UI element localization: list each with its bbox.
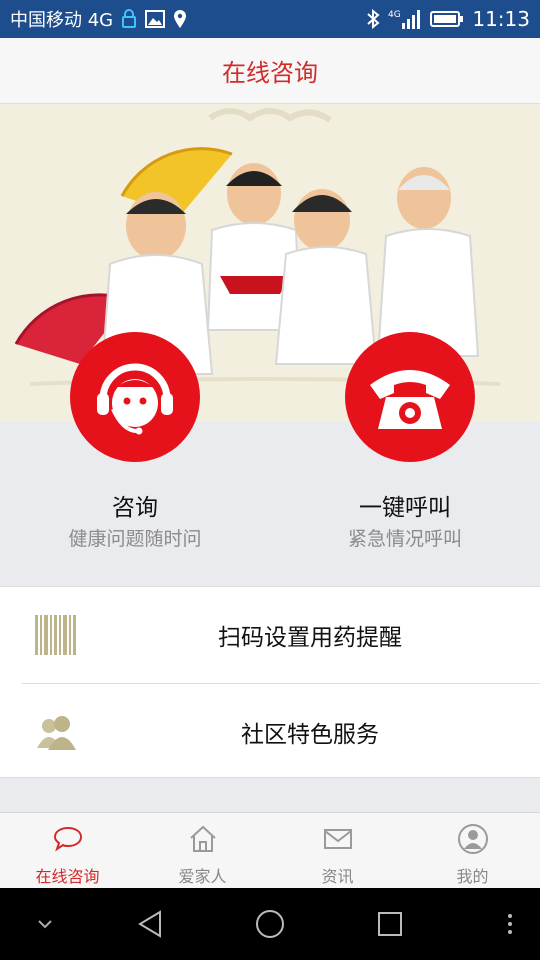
home-nav-icon[interactable] xyxy=(250,888,290,960)
system-nav-bar xyxy=(0,888,540,960)
recents-icon[interactable] xyxy=(370,888,410,960)
image-icon xyxy=(145,10,166,28)
barcode-icon xyxy=(28,608,82,662)
community-services-label: 社区特色服务 xyxy=(241,722,379,748)
consult-action[interactable]: 咨询 健康问题随时问 xyxy=(15,332,255,572)
bottom-tab-bar: 在线咨询 爱家人 资讯 我的 xyxy=(0,812,540,888)
tab-online-consult-label: 在线咨询 xyxy=(35,867,100,886)
people-icon xyxy=(28,705,82,759)
consult-button[interactable] xyxy=(70,332,200,462)
tab-news[interactable]: 资讯 xyxy=(270,813,405,888)
list-item-community-services[interactable]: 社区特色服务 xyxy=(0,684,540,780)
consult-label: 咨询 xyxy=(112,495,158,521)
medication-reminder-label: 扫码设置用药提醒 xyxy=(218,625,402,651)
signal-icon: 4G xyxy=(388,8,422,30)
signal-type-label: 4G xyxy=(388,10,401,20)
page-title: 在线咨询 xyxy=(222,59,318,87)
location-icon xyxy=(173,9,187,29)
clock-text: 11:13 xyxy=(472,7,530,31)
emergency-call-label: 一键呼叫 xyxy=(359,495,451,521)
emergency-call-subtitle: 紧急情况呼叫 xyxy=(347,528,462,550)
tab-profile[interactable]: 我的 xyxy=(405,813,540,888)
bluetooth-icon xyxy=(366,9,380,29)
back-icon[interactable] xyxy=(130,888,170,960)
home-icon xyxy=(188,823,218,855)
emergency-call-button[interactable] xyxy=(345,332,475,462)
quick-actions: 咨询 健康问题随时问 一键呼叫 紧急情况呼叫 xyxy=(0,332,540,586)
tab-news-label: 资讯 xyxy=(321,867,354,886)
person-icon xyxy=(457,823,489,855)
tab-family-label: 爱家人 xyxy=(178,867,227,886)
status-bar: 中国移动 4G 4G 11:13 xyxy=(0,0,540,38)
battery-icon xyxy=(430,10,464,28)
title-bar: 在线咨询 xyxy=(0,38,540,104)
chevron-down-icon[interactable] xyxy=(28,888,62,960)
tab-profile-label: 我的 xyxy=(456,867,489,886)
tab-online-consult[interactable]: 在线咨询 xyxy=(0,813,135,888)
tab-family[interactable]: 爱家人 xyxy=(135,813,270,888)
emergency-call-action[interactable]: 一键呼叫 紧急情况呼叫 xyxy=(285,332,525,572)
headset-agent-icon xyxy=(87,347,183,447)
service-list: 扫码设置用药提醒 社区特色服务 xyxy=(0,586,540,778)
telephone-icon xyxy=(364,349,456,445)
more-menu-icon[interactable] xyxy=(498,888,522,960)
list-item-medication-reminder[interactable]: 扫码设置用药提醒 xyxy=(0,587,540,683)
chat-bubble-icon xyxy=(52,823,84,855)
mail-icon xyxy=(323,823,353,855)
lock-icon xyxy=(121,9,137,29)
consult-subtitle: 健康问题随时问 xyxy=(68,528,202,550)
carrier-text: 中国移动 4G xyxy=(10,10,114,31)
